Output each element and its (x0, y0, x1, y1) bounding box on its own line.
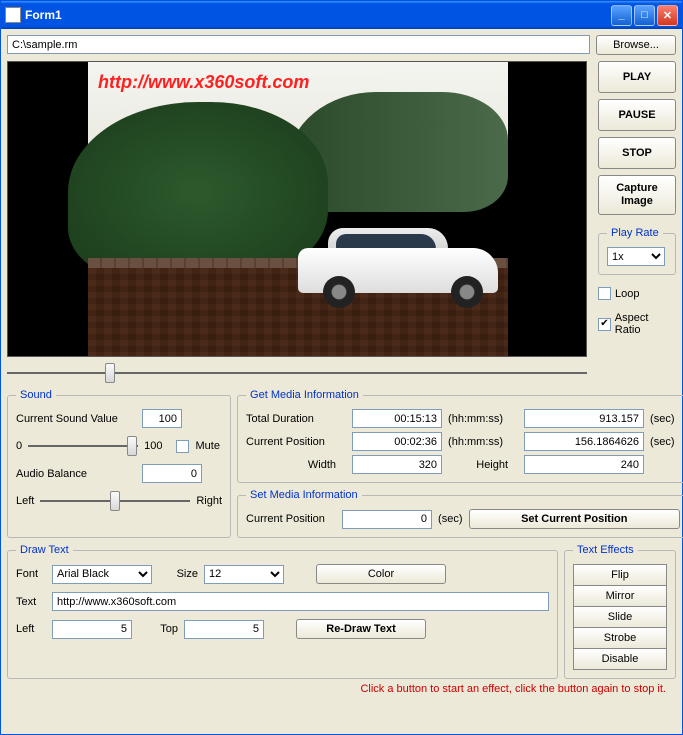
loop-checkbox[interactable] (598, 287, 611, 300)
left-label: Left (16, 623, 46, 635)
sec-unit-1: (sec) (650, 413, 680, 425)
left-input[interactable] (52, 620, 132, 639)
balance-right-label: Right (196, 495, 222, 507)
balance-left-label: Left (16, 495, 34, 507)
capture-image-button[interactable]: Capture Image (598, 175, 676, 215)
mute-checkbox[interactable] (176, 440, 189, 453)
top-input[interactable] (184, 620, 264, 639)
titlebar[interactable]: Form1 _ □ ✕ (1, 1, 682, 29)
hms-unit-2: (hh:mm:ss) (448, 436, 518, 448)
pause-button[interactable]: PAUSE (598, 99, 676, 131)
balance-slider[interactable] (40, 491, 190, 511)
text-input[interactable] (52, 592, 549, 611)
total-duration-label: Total Duration (246, 413, 346, 425)
mirror-button[interactable]: Mirror (573, 585, 667, 607)
width-label: Width (246, 459, 346, 471)
flip-button[interactable]: Flip (573, 564, 667, 586)
window-title: Form1 (25, 8, 611, 22)
draw-text-group: Draw Text Font Arial Black Size 12 Color… (7, 544, 558, 679)
sound-value-label: Current Sound Value (16, 413, 136, 425)
app-icon (5, 7, 21, 23)
font-select[interactable]: Arial Black (52, 565, 152, 584)
main-window: Form1 _ □ ✕ Browse... (0, 0, 683, 735)
set-position-button[interactable]: Set Current Position (469, 509, 681, 529)
sound-group: Sound Current Sound Value 0 100 Mute Aud… (7, 389, 231, 538)
set-media-legend: Set Media Information (246, 489, 362, 501)
play-rate-legend: Play Rate (607, 227, 663, 239)
sound-value-input[interactable] (142, 409, 182, 428)
video-display: http://www.x360soft.com (7, 61, 587, 357)
sec-unit-2: (sec) (650, 436, 680, 448)
disable-button[interactable]: Disable (573, 648, 667, 670)
get-media-legend: Get Media Information (246, 389, 363, 401)
play-button[interactable]: PLAY (598, 61, 676, 93)
play-rate-group: Play Rate 1x (598, 227, 676, 275)
loop-label: Loop (615, 288, 639, 300)
color-button[interactable]: Color (316, 564, 446, 584)
size-label: Size (158, 568, 198, 580)
height-label: Height (448, 459, 518, 471)
seek-slider[interactable] (7, 363, 587, 383)
set-sec-unit: (sec) (438, 513, 462, 525)
set-media-group: Set Media Information Current Position (… (237, 489, 683, 538)
sound-min-label: 0 (16, 440, 22, 452)
browse-button[interactable]: Browse... (596, 35, 676, 55)
set-position-label: Current Position (246, 513, 336, 525)
font-label: Font (16, 568, 46, 580)
get-media-group: Get Media Information Total Duration 00:… (237, 389, 683, 483)
aspect-ratio-checkbox[interactable]: ✔ (598, 318, 611, 331)
sound-max-label: 100 (144, 440, 162, 452)
text-effects-group: Text Effects Flip Mirror Slide Strobe Di… (564, 544, 676, 679)
set-position-input[interactable] (342, 510, 432, 529)
balance-input[interactable] (142, 464, 202, 483)
size-select[interactable]: 12 (204, 565, 284, 584)
text-effects-legend: Text Effects (573, 544, 638, 556)
sound-slider[interactable] (28, 436, 138, 456)
redraw-text-button[interactable]: Re-Draw Text (296, 619, 426, 639)
maximize-button[interactable]: □ (634, 5, 655, 26)
hms-unit-1: (hh:mm:ss) (448, 413, 518, 425)
sound-legend: Sound (16, 389, 56, 401)
play-rate-select[interactable]: 1x (607, 247, 665, 266)
file-path-input[interactable] (7, 35, 590, 54)
balance-label: Audio Balance (16, 468, 136, 480)
slide-button[interactable]: Slide (573, 606, 667, 628)
stop-button[interactable]: STOP (598, 137, 676, 169)
width-value: 320 (352, 455, 442, 474)
draw-text-legend: Draw Text (16, 544, 73, 556)
top-label: Top (138, 623, 178, 635)
video-watermark: http://www.x360soft.com (98, 72, 309, 93)
height-value: 240 (524, 455, 644, 474)
mute-label: Mute (195, 440, 219, 452)
text-label: Text (16, 596, 46, 608)
total-duration-sec: 913.157 (524, 409, 644, 428)
current-position-hms: 00:02:36 (352, 432, 442, 451)
close-button[interactable]: ✕ (657, 5, 678, 26)
current-position-sec: 156.1864626 (524, 432, 644, 451)
current-position-label: Current Position (246, 436, 346, 448)
strobe-button[interactable]: Strobe (573, 627, 667, 649)
hint-text: Click a button to start an effect, click… (7, 683, 676, 695)
aspect-ratio-label: Aspect Ratio (615, 312, 676, 336)
total-duration-hms: 00:15:13 (352, 409, 442, 428)
minimize-button[interactable]: _ (611, 5, 632, 26)
